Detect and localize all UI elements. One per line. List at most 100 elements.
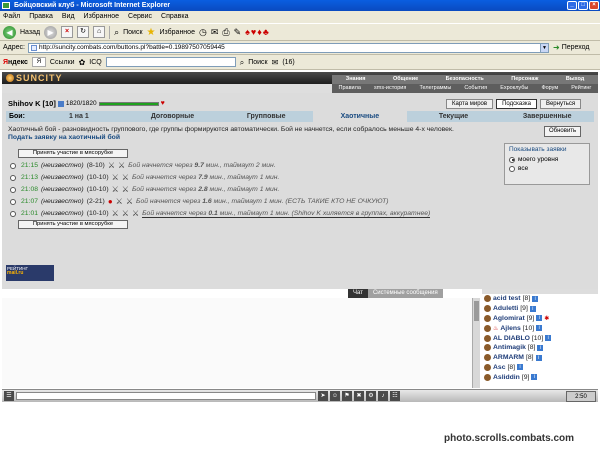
nav-knowledge[interactable]: Знания: [346, 75, 366, 84]
user-row[interactable]: Asc [8] i: [482, 363, 598, 373]
nav-expoclubs[interactable]: Ехроклубы: [500, 84, 528, 93]
yandex-mail-icon[interactable]: ✉: [272, 55, 279, 70]
favorites-button-label[interactable]: Избранное: [159, 29, 194, 36]
user-info-icon[interactable]: i: [529, 305, 536, 312]
yandex-logo[interactable]: Яндекс: [3, 55, 28, 70]
tab-group[interactable]: Групповые: [219, 111, 314, 122]
fight-select-radio[interactable]: [10, 174, 16, 181]
user-info-icon[interactable]: i: [536, 325, 543, 332]
user-name[interactable]: AL DIABLO: [493, 335, 530, 342]
chat-scrollbar[interactable]: [472, 298, 480, 388]
hint-button[interactable]: Подсказка: [496, 99, 537, 109]
user-name[interactable]: ARMARM: [493, 354, 524, 361]
user-row[interactable]: Antimagik [8] i: [482, 343, 598, 353]
address-input[interactable]: http://suncity.combats.com/buttons.pl?ba…: [28, 43, 548, 53]
join-meatgrinder-button-bottom[interactable]: Принять участие в мясорубке: [18, 220, 128, 229]
player-name[interactable]: Shihov K: [8, 99, 41, 108]
rating-counter[interactable]: РЕЙТИНГ mail.ru: [6, 265, 54, 281]
fight-row[interactable]: 21:08 (неизвестно) (10-10) ⚔ ⚔ Бой начне…: [10, 184, 279, 195]
user-name[interactable]: Asliddin: [493, 374, 520, 381]
tab-finished[interactable]: Завершенные: [500, 111, 595, 122]
edit-icon[interactable]: ✎: [234, 27, 242, 38]
smiley-icon[interactable]: ☺: [330, 391, 340, 401]
user-name[interactable]: Aglomirat: [493, 315, 525, 322]
users-icon[interactable]: ☷: [390, 391, 400, 401]
user-info-icon[interactable]: i: [535, 354, 542, 361]
back-arrow-icon[interactable]: ◀: [3, 25, 16, 39]
menu-file[interactable]: Файл: [3, 11, 20, 23]
tab-system-messages[interactable]: Системные сообщения: [367, 289, 443, 298]
history-icon[interactable]: ◷: [199, 27, 207, 38]
user-name[interactable]: Ajlens: [500, 325, 520, 332]
yandex-search-input[interactable]: [105, 57, 236, 67]
user-info-icon[interactable]: i: [517, 364, 524, 371]
address-dropdown-icon[interactable]: ▼: [540, 43, 549, 53]
chat-options-icon[interactable]: ☰: [4, 391, 14, 401]
mail-icon[interactable]: ✉: [211, 27, 219, 38]
fight-select-radio[interactable]: [10, 198, 16, 205]
return-button[interactable]: Вернуться: [539, 99, 582, 109]
yandex-search-icon[interactable]: ⌕: [240, 55, 244, 70]
yandex-search-label[interactable]: Поиск: [248, 55, 267, 70]
menu-tools[interactable]: Сервис: [128, 11, 152, 23]
send-icon[interactable]: ➤: [318, 391, 328, 401]
refresh-button[interactable]: Обновить: [544, 126, 582, 137]
minimize-button[interactable]: _: [567, 1, 577, 10]
nav-sms-history[interactable]: sms-история: [374, 84, 406, 93]
nav-exit[interactable]: Выход: [566, 75, 584, 84]
menu-edit[interactable]: Правка: [29, 11, 53, 23]
menu-view[interactable]: Вид: [62, 11, 75, 23]
card-suits-icon[interactable]: ♠♥♦♣: [245, 27, 270, 37]
fight-row[interactable]: 21:01 (неизвестно) (10-10) ⚔ ⚔ ⚔ Бой нач…: [10, 208, 431, 219]
chat-input[interactable]: [16, 392, 316, 400]
nav-security[interactable]: Безопасность: [446, 75, 484, 84]
user-row[interactable]: AL DIABLO [10] i: [482, 333, 598, 343]
fight-row[interactable]: 21:07 (неизвестно) (2-21) ● ⚔ ⚔ Бой начн…: [10, 196, 389, 207]
user-row[interactable]: Aduletti [9] i: [482, 304, 598, 314]
user-name[interactable]: Aduletti: [493, 305, 518, 312]
yandex-menu-button[interactable]: Я: [31, 57, 46, 67]
user-row[interactable]: Asliddin [9] i: [482, 372, 598, 382]
menu-favorites[interactable]: Избранное: [84, 11, 119, 23]
user-info-icon[interactable]: i: [537, 344, 544, 351]
home-icon[interactable]: ⌂: [93, 26, 106, 38]
fight-select-radio[interactable]: [10, 186, 16, 193]
user-row[interactable]: ♨ Ajlens [10] i: [482, 323, 598, 333]
refresh-icon[interactable]: ↻: [77, 26, 90, 38]
fight-row[interactable]: 21:13 (неизвестно) (10-10) ⚔ ⚔ Бой начне…: [10, 172, 279, 183]
radio-my-level[interactable]: [509, 156, 515, 163]
settings-icon[interactable]: ⚙: [366, 391, 376, 401]
fight-row[interactable]: 21:15 (неизвестно) (8-10) ⚔ ⚔ Бой начнет…: [10, 160, 276, 171]
back-button-label[interactable]: Назад: [20, 29, 40, 36]
user-info-icon[interactable]: i: [531, 374, 538, 381]
apply-chaotic-link[interactable]: Подать заявку на хаотичный бой: [8, 134, 120, 141]
tab-one-on-one[interactable]: 1 на 1: [32, 111, 126, 122]
fight-select-radio[interactable]: [10, 162, 16, 169]
nav-character[interactable]: Персонаж: [511, 75, 538, 84]
user-name[interactable]: Asc: [493, 364, 505, 371]
favorites-star-icon[interactable]: ★: [147, 27, 156, 38]
radio-all[interactable]: [509, 165, 515, 172]
sound-icon[interactable]: ♪: [378, 391, 388, 401]
close-button[interactable]: ×: [589, 1, 599, 10]
clear-icon[interactable]: ✖: [354, 391, 364, 401]
join-meatgrinder-button-top[interactable]: Принять участие в мясорубке: [18, 149, 128, 158]
info-icon[interactable]: [57, 100, 64, 107]
tab-current[interactable]: Текущие: [406, 111, 501, 122]
go-button[interactable]: ➜ Переход: [553, 41, 590, 55]
maximize-button[interactable]: □: [578, 1, 588, 10]
filter-all[interactable]: все: [505, 164, 589, 173]
filter-my-level[interactable]: моего уровня: [505, 155, 589, 164]
user-row[interactable]: ARMARM [8] i: [482, 353, 598, 363]
forward-arrow-icon[interactable]: ▶: [44, 25, 58, 39]
tab-contract[interactable]: Договорные: [125, 111, 220, 122]
stop-icon[interactable]: ×: [61, 26, 74, 38]
print-icon[interactable]: ⎙: [222, 27, 229, 38]
yandex-count[interactable]: (16): [282, 55, 294, 70]
nav-telegrams[interactable]: Телеграммы: [419, 84, 451, 93]
fight-select-radio[interactable]: [10, 210, 16, 217]
nav-forum[interactable]: Форум: [541, 84, 558, 93]
user-info-icon[interactable]: i: [545, 335, 552, 342]
search-icon[interactable]: ⌕: [114, 27, 119, 38]
user-name[interactable]: acid test: [493, 295, 521, 302]
